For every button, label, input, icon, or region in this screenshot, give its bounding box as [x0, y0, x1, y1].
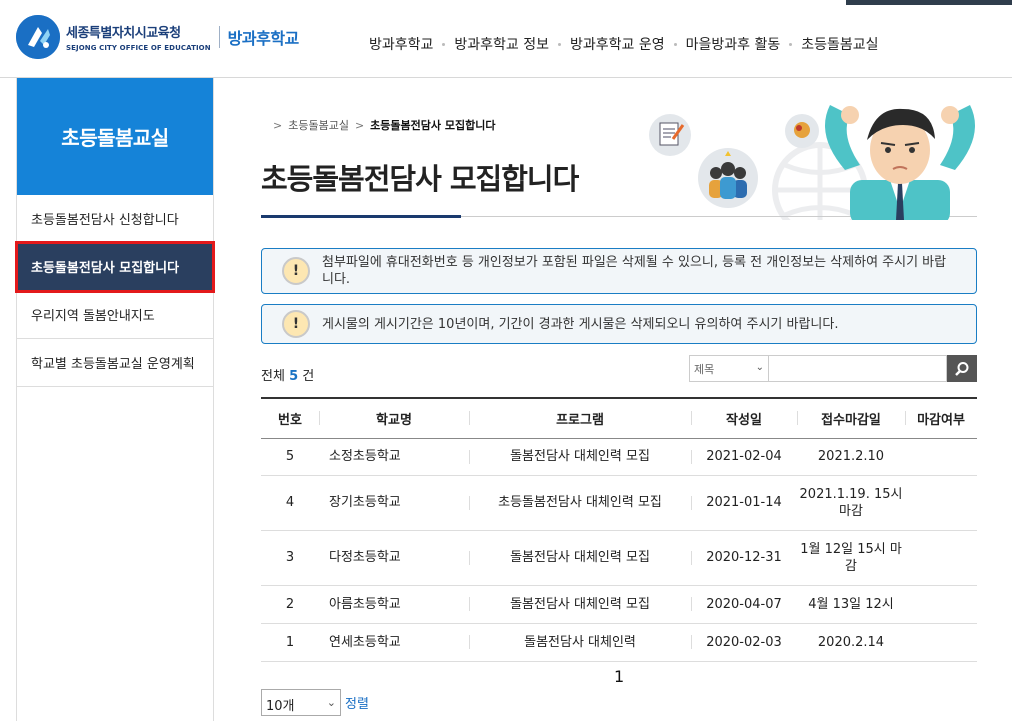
cell-date: 2020-02-03 — [691, 623, 797, 662]
cell-program-link[interactable]: 초등돌봄전담사 대체인력 모집 — [469, 475, 691, 531]
cell-program-link[interactable]: 돌봄전담사 대체인력 모집 — [469, 585, 691, 624]
total-prefix: 전체 — [261, 369, 285, 384]
cell-date: 2021-01-14 — [691, 475, 797, 531]
total-number: 5 — [289, 369, 299, 384]
nav-item-operation[interactable]: 방과후학교 운영 — [561, 34, 674, 54]
cell-program-link[interactable]: 돌봄전담사 대체인력 모집 — [469, 438, 691, 476]
logo-subtitle: 방과후학교 — [227, 29, 300, 48]
search-bar: 제목 ⌄ — [689, 355, 977, 382]
cell-status — [905, 623, 977, 662]
total-count: 전체 5 건 — [261, 365, 314, 384]
notice-text: 게시물의 게시기간은 10년이며, 기간이 경과한 게시물은 삭제되오니 유의하… — [322, 316, 839, 332]
chevron-down-icon: ⌄ — [326, 696, 336, 709]
exclamation-icon: ! — [282, 257, 310, 285]
search-input[interactable] — [769, 355, 947, 382]
logo-english-name: SEJONG CITY OFFICE OF EDUCATION — [66, 44, 211, 52]
notice-retention: ! 게시물의 게시기간은 10년이며, 기간이 경과한 게시물은 삭제되오니 유… — [261, 304, 977, 344]
cell-school: 소정초등학교 — [319, 438, 469, 476]
total-suffix: 건 — [302, 369, 315, 384]
nav-item-afterschool[interactable]: 방과후학교 — [360, 34, 442, 54]
cell-number: 4 — [261, 475, 319, 531]
table-row[interactable]: 3 다정초등학교 돌봄전담사 대체인력 모집 2020-12-31 1월 12일… — [261, 530, 977, 586]
sidebar-title: 초등돌봄교실 — [17, 78, 213, 195]
breadcrumb: > 초등돌봄교실 > 초등돌봄전담사 모집합니다 — [267, 117, 495, 133]
nav-item-info[interactable]: 방과후학교 정보 — [445, 34, 558, 54]
top-strip — [846, 0, 1012, 5]
cell-deadline: 2020.2.14 — [797, 623, 905, 662]
cell-deadline: 2021.2.10 — [797, 438, 905, 476]
col-header-deadline: 접수마감일 — [797, 398, 905, 439]
col-header-number: 번호 — [261, 398, 319, 439]
cell-program-link[interactable]: 돌봄전담사 대체인력 — [469, 623, 691, 662]
col-header-date: 작성일 — [691, 398, 797, 439]
cell-status — [905, 475, 977, 531]
table-row[interactable]: 1 연세초등학교 돌봄전담사 대체인력 2020-02-03 2020.2.14 — [261, 623, 977, 662]
exclamation-icon: ! — [282, 310, 310, 338]
breadcrumb-current: 초등돌봄전담사 모집합니다 — [370, 119, 496, 132]
cell-school: 연세초등학교 — [319, 623, 469, 662]
table-header-row: 번호 학교명 프로그램 작성일 접수마감일 마감여부 — [261, 398, 977, 439]
chevron-right-icon: > — [354, 118, 365, 132]
search-button[interactable] — [947, 355, 977, 382]
col-header-school: 학교명 — [319, 398, 469, 439]
cell-status — [905, 585, 977, 624]
sidebar-item-plan[interactable]: 학교별 초등돌봄교실 운영계획 — [17, 339, 213, 387]
table-row[interactable]: 4 장기초등학교 초등돌봄전담사 대체인력 모집 2021-01-14 2021… — [261, 475, 977, 531]
header: 세종특별자치시교육청 SEJONG CITY OFFICE OF EDUCATI… — [0, 0, 1012, 78]
search-field-value: 제목 — [694, 363, 715, 376]
page-size-select[interactable]: 10개 ⌄ — [261, 689, 341, 716]
recruit-table: 번호 학교명 프로그램 작성일 접수마감일 마감여부 5 소정초등학교 돌봄전담… — [261, 397, 977, 662]
cell-number: 2 — [261, 585, 319, 624]
notice-text: 첨부파일에 휴대전화번호 등 개인정보가 포함된 파일은 삭제될 수 있으니, … — [322, 255, 947, 287]
cell-number: 1 — [261, 623, 319, 662]
cell-deadline: 2021.1.19. 15시 마감 — [797, 475, 905, 531]
sidebar-item-map[interactable]: 우리지역 돌봄안내지도 — [17, 291, 213, 339]
title-accent — [261, 215, 461, 218]
sidebar: 초등돌봄교실 초등돌봄전담사 신청합니다 초등돌봄전담사 모집합니다 우리지역 … — [15, 78, 215, 721]
cell-date: 2021-02-04 — [691, 438, 797, 476]
col-header-program: 프로그램 — [469, 398, 691, 439]
cell-school: 장기초등학교 — [319, 475, 469, 531]
team-icon — [698, 148, 758, 208]
confused-man-illustration — [825, 105, 975, 220]
nav-item-care[interactable]: 초등돌봄교실 — [792, 34, 887, 54]
sidebar-item-apply[interactable]: 초등돌봄전담사 신청합니다 — [17, 195, 213, 243]
pagination-current-page[interactable]: 1 — [614, 667, 624, 686]
logo-emblem-icon — [16, 15, 60, 59]
chevron-right-icon: > — [273, 118, 283, 132]
cell-program-link[interactable]: 돌봄전담사 대체인력 모집 — [469, 530, 691, 586]
cell-date: 2020-12-31 — [691, 530, 797, 586]
search-field-select[interactable]: 제목 ⌄ — [689, 355, 769, 382]
nav-item-village[interactable]: 마을방과후 활동 — [677, 34, 790, 54]
sort-link[interactable]: 정렬 — [345, 693, 369, 712]
chevron-down-icon: ⌄ — [755, 362, 764, 373]
table-row[interactable]: 5 소정초등학교 돌봄전담사 대체인력 모집 2021-02-04 2021.2… — [261, 438, 977, 476]
cell-status — [905, 530, 977, 586]
search-icon — [955, 361, 969, 376]
cell-school: 아름초등학교 — [319, 585, 469, 624]
cell-date: 2020-04-07 — [691, 585, 797, 624]
logo-korean-name: 세종특별자치시교육청 — [66, 26, 181, 41]
cell-school: 다정초등학교 — [319, 530, 469, 586]
cell-status — [905, 438, 977, 476]
site-logo[interactable]: 세종특별자치시교육청 SEJONG CITY OFFICE OF EDUCATI… — [16, 15, 299, 59]
main-nav: 방과후학교 방과후학교 정보 방과후학교 운영 마을방과후 활동 초등돌봄교실 — [360, 34, 888, 54]
sidebar-item-recruit[interactable]: 초등돌봄전담사 모집합니다 — [15, 241, 215, 293]
page-size-value: 10개 — [266, 699, 295, 714]
idea-icon — [785, 114, 819, 148]
cell-deadline: 1월 12일 15시 마감 — [797, 530, 905, 586]
page-title: 초등돌봄전담사 모집합니다 — [261, 162, 579, 196]
notice-personal-info: ! 첨부파일에 휴대전화번호 등 개인정보가 포함된 파일은 삭제될 수 있으니… — [261, 248, 977, 294]
clipboard-icon — [649, 114, 691, 156]
cell-number: 3 — [261, 530, 319, 586]
table-row[interactable]: 2 아름초등학교 돌봄전담사 대체인력 모집 2020-04-07 4월 13일… — [261, 585, 977, 624]
hero-illustration — [649, 105, 975, 220]
breadcrumb-parent[interactable]: 초등돌봄교실 — [288, 117, 349, 133]
cell-number: 5 — [261, 438, 319, 476]
col-header-status: 마감여부 — [905, 398, 977, 439]
cell-deadline: 4월 13일 12시 — [797, 585, 905, 624]
